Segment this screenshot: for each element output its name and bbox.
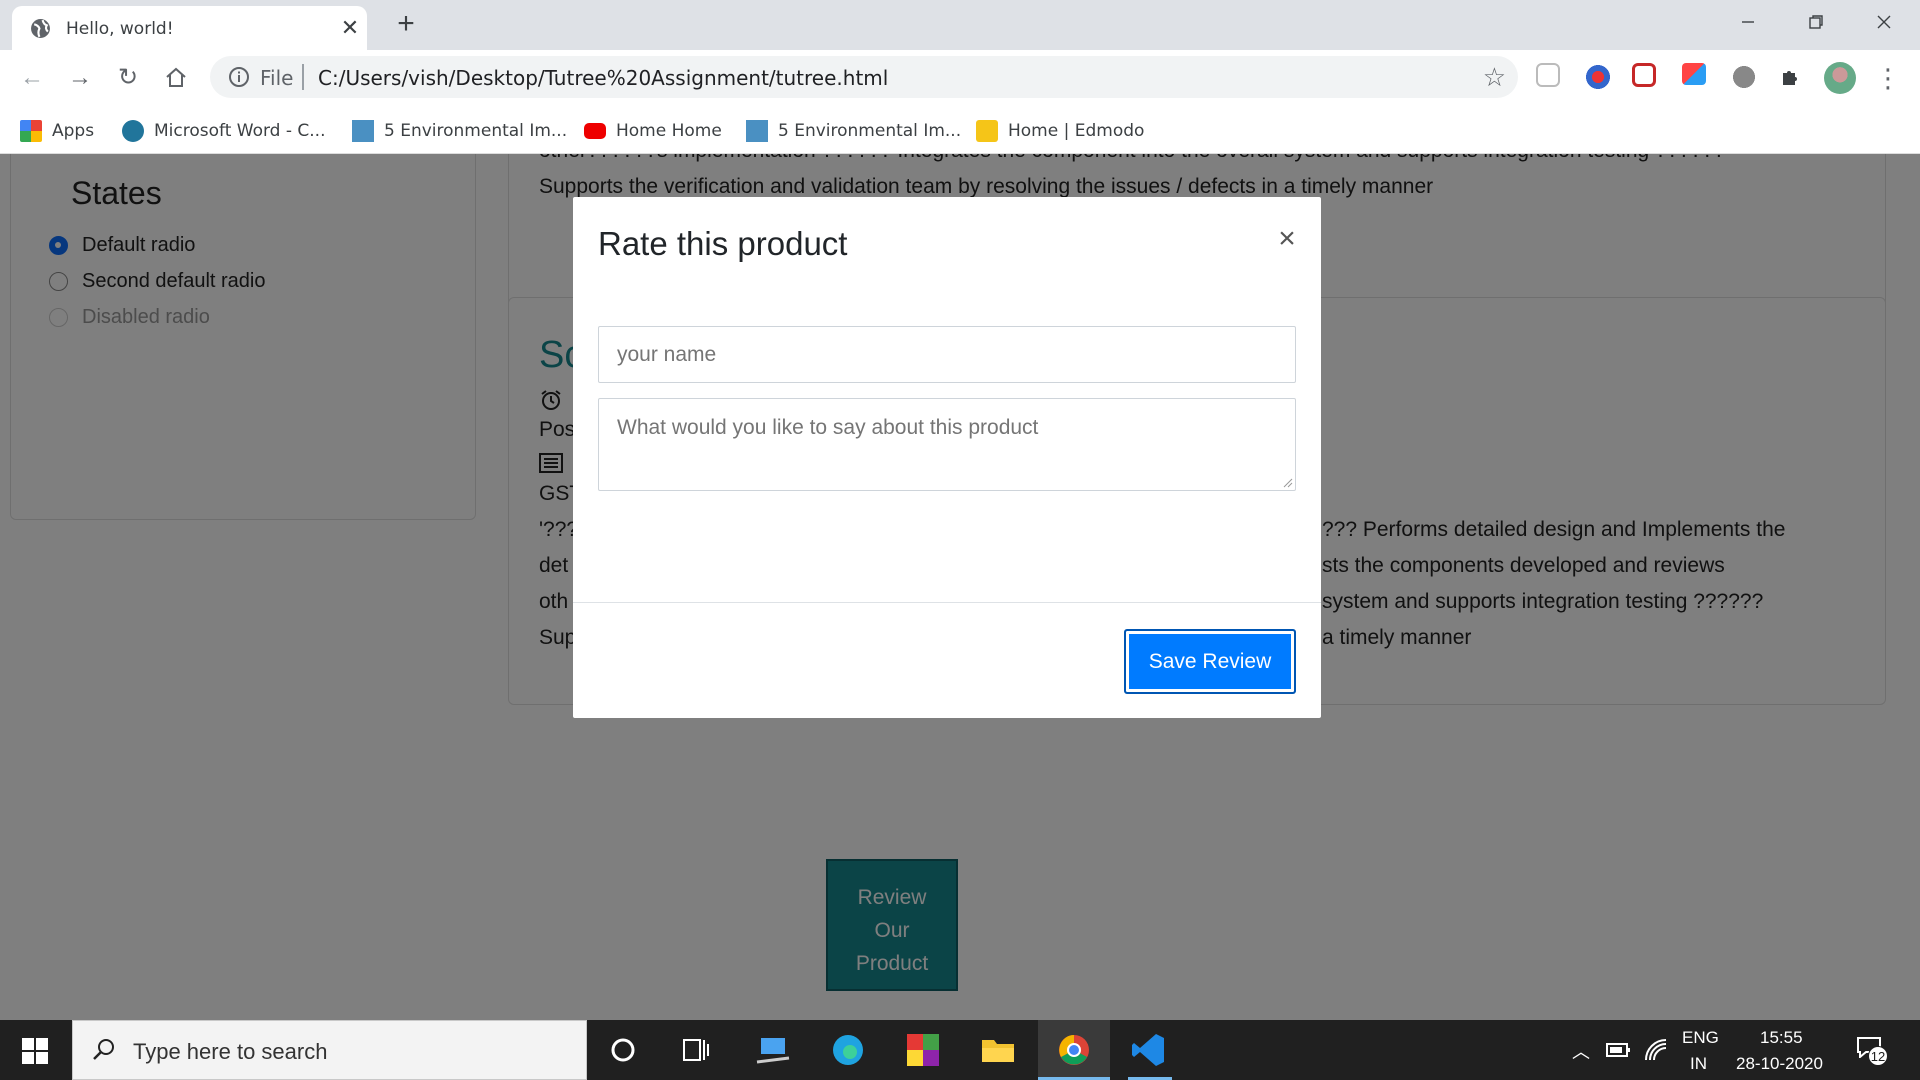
edge-icon[interactable] — [830, 1032, 866, 1068]
browser-toolbar: ← → ↻ File C:/Users/vish/Desktop/Tutree%… — [0, 50, 1920, 106]
extension-icon[interactable] — [1632, 63, 1656, 87]
modal-title: Rate this product — [598, 225, 848, 262]
laptop-app-icon[interactable] — [755, 1032, 791, 1068]
chrome-taskbar-active[interactable] — [1038, 1020, 1110, 1080]
language-indicator[interactable]: ENG — [1682, 1028, 1719, 1048]
tab-title: Hello, world! — [66, 19, 174, 39]
bookmark-label: Home | Edmodo — [1008, 121, 1145, 141]
menu-dots-icon[interactable]: ⋮ — [1872, 62, 1904, 94]
address-separator — [302, 64, 304, 90]
language-region: IN — [1690, 1054, 1707, 1073]
globe-extension-icon[interactable] — [1730, 63, 1758, 91]
home-icon[interactable] — [160, 62, 192, 94]
bookmark-label: Microsoft Word - C... — [154, 121, 326, 141]
na-icon — [746, 120, 768, 142]
forward-icon[interactable]: → — [64, 62, 96, 94]
close-icon[interactable]: × — [1273, 224, 1301, 254]
bookmark-item[interactable]: Home | Edmodo — [976, 117, 1144, 145]
search-placeholder: Type here to search — [133, 1039, 328, 1064]
new-tab-icon[interactable]: + — [390, 9, 422, 41]
address-scheme: File — [260, 66, 294, 90]
reload-icon[interactable]: ↻ — [112, 62, 144, 94]
extension-icon[interactable] — [1682, 63, 1706, 85]
name-input[interactable] — [598, 326, 1296, 383]
vscode-icon[interactable] — [1130, 1032, 1166, 1068]
edmodo-icon — [976, 120, 998, 142]
info-icon[interactable] — [228, 66, 250, 88]
modal-divider — [573, 602, 1321, 603]
youtube-icon — [584, 123, 606, 139]
wordpress-icon — [122, 120, 144, 142]
notification-badge: 12 — [1868, 1046, 1888, 1066]
browser-tab-strip: Hello, world! ✕ + — [0, 0, 1920, 50]
address-url[interactable]: C:/Users/vish/Desktop/Tutree%20Assignmen… — [318, 66, 888, 90]
wifi-icon[interactable] — [1644, 1038, 1668, 1062]
minimize-icon[interactable] — [1718, 6, 1778, 36]
restore-icon[interactable] — [1786, 6, 1846, 36]
bookmark-label: 5 Environmental Im... — [384, 121, 568, 141]
search-icon — [93, 1039, 114, 1060]
task-view-icon[interactable] — [678, 1032, 714, 1068]
avatar[interactable] — [1824, 62, 1856, 94]
tab-close-icon[interactable]: ✕ — [336, 14, 364, 42]
resize-grip-icon[interactable] — [1281, 476, 1293, 488]
back-icon[interactable]: ← — [16, 62, 48, 94]
extension-icon[interactable] — [1584, 63, 1612, 91]
file-explorer-icon[interactable] — [980, 1032, 1016, 1068]
clock-date[interactable]: 28-10-2020 — [1736, 1054, 1823, 1074]
cortana-icon[interactable] — [605, 1032, 641, 1068]
extension-icon[interactable] — [1536, 63, 1560, 87]
windows-taskbar: Type here to search ︿ ENG IN 15:55 28-10… — [0, 1020, 1920, 1080]
bookmark-label: Home Home — [616, 121, 722, 141]
bookmark-apps[interactable]: Apps — [20, 117, 94, 145]
battery-icon[interactable] — [1606, 1040, 1632, 1060]
store-app-icon[interactable] — [905, 1032, 941, 1068]
clock-time[interactable]: 15:55 — [1760, 1028, 1803, 1048]
bookmark-item[interactable]: 5 Environmental Im... — [352, 117, 567, 145]
bookmark-label: Apps — [52, 121, 95, 141]
bookmarks-bar: Apps Microsoft Word - C... 5 Environment… — [0, 106, 1920, 154]
review-textarea[interactable] — [598, 398, 1296, 491]
bookmark-label: 5 Environmental Im... — [778, 121, 962, 141]
windows-start-icon[interactable] — [22, 1038, 48, 1064]
bookmark-item[interactable]: Microsoft Word - C... — [122, 117, 326, 145]
puzzle-icon[interactable] — [1774, 62, 1806, 94]
apps-grid-icon — [20, 120, 42, 142]
globe-icon — [31, 19, 50, 38]
bookmark-item[interactable]: Home Home — [584, 117, 722, 145]
save-review-button[interactable]: Save Review — [1124, 629, 1296, 694]
taskbar-search-box[interactable]: Type here to search — [72, 1020, 587, 1080]
bookmark-item[interactable]: 5 Environmental Im... — [746, 117, 961, 145]
browser-tab[interactable]: Hello, world! ✕ — [12, 6, 367, 50]
close-window-icon[interactable] — [1854, 6, 1914, 36]
rate-product-modal: Rate this product × Save Review — [573, 197, 1321, 718]
address-bar[interactable]: File C:/Users/vish/Desktop/Tutree%20Assi… — [210, 56, 1518, 98]
notification-center[interactable]: 12 — [1856, 1036, 1888, 1066]
bookmark-star-icon[interactable]: ☆ — [1483, 63, 1506, 91]
chevron-up-icon[interactable]: ︿ — [1572, 1038, 1590, 1064]
na-icon — [352, 120, 374, 142]
chrome-icon — [1059, 1035, 1089, 1065]
